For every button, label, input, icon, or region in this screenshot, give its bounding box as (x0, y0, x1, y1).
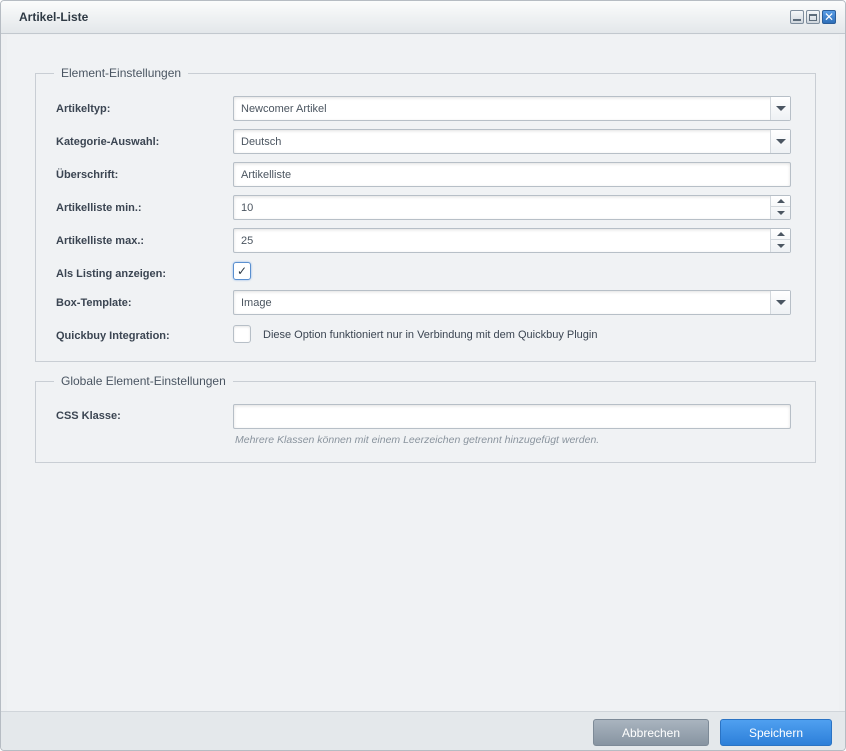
kategorie-label: Kategorie-Auswahl: (56, 136, 160, 148)
ueberschrift-label: Überschrift: (56, 169, 119, 181)
quickbuy-checkbox[interactable] (233, 325, 251, 343)
kategorie-value: Deutsch (241, 136, 282, 148)
save-button[interactable]: Speichern (720, 719, 832, 746)
artikeltyp-select[interactable]: Newcomer Artikel (233, 96, 791, 121)
dialog-window: Artikel-Liste ✕ Element-Einstellungen Ar… (0, 0, 846, 751)
window-title: Artikel-Liste (19, 10, 89, 24)
chevron-down-icon[interactable] (770, 130, 790, 153)
cancel-button[interactable]: Abbrechen (593, 719, 709, 746)
dialog-footer: Abbrechen Speichern (1, 711, 845, 750)
spin-down-icon[interactable] (771, 240, 790, 251)
quickbuy-note: Diese Option funktioniert nur in Verbind… (263, 329, 598, 341)
spin-up-icon[interactable] (771, 196, 790, 207)
title-bar[interactable]: Artikel-Liste ✕ (1, 1, 845, 34)
box-template-select[interactable]: Image (233, 290, 791, 315)
chevron-down-icon[interactable] (770, 291, 790, 314)
close-icon[interactable]: ✕ (822, 10, 836, 24)
max-label: Artikelliste max.: (56, 235, 145, 247)
chevron-down-icon[interactable] (770, 97, 790, 120)
dialog-content: Element-Einstellungen Artikeltyp: Newcom… (7, 35, 839, 711)
element-settings-group: Element-Einstellungen Artikeltyp: Newcom… (35, 66, 816, 362)
artikeltyp-value: Newcomer Artikel (241, 103, 327, 115)
spin-up-icon[interactable] (771, 229, 790, 240)
close-glyph: ✕ (823, 10, 835, 24)
box-template-label: Box-Template: (56, 297, 132, 309)
max-value: 25 (241, 235, 254, 247)
css-klasse-label: CSS Klasse: (56, 410, 121, 422)
quickbuy-label: Quickbuy Integration: (56, 330, 170, 342)
element-settings-legend: Element-Einstellungen (54, 66, 189, 80)
max-stepper[interactable]: 25 (233, 228, 791, 253)
min-label: Artikelliste min.: (56, 202, 142, 214)
minimize-icon[interactable] (790, 10, 804, 24)
maximize-icon[interactable] (806, 10, 820, 24)
kategorie-select[interactable]: Deutsch (233, 129, 791, 154)
spin-down-icon[interactable] (771, 207, 790, 218)
global-settings-legend: Globale Element-Einstellungen (54, 374, 233, 388)
max-spinner (770, 229, 790, 252)
box-template-value: Image (241, 297, 272, 309)
min-stepper[interactable]: 10 (233, 195, 791, 220)
artikeltyp-label: Artikeltyp: (56, 103, 111, 115)
min-value: 10 (241, 202, 254, 214)
min-spinner (770, 196, 790, 219)
checkmark-icon: ✓ (236, 264, 248, 278)
listing-checkbox[interactable]: ✓ (233, 262, 251, 280)
global-settings-group: Globale Element-Einstellungen CSS Klasse… (35, 374, 816, 463)
ueberschrift-input[interactable]: Artikelliste (233, 162, 791, 187)
css-klasse-help: Mehrere Klassen können mit einem Leerzei… (235, 434, 600, 446)
ueberschrift-value: Artikelliste (241, 169, 292, 181)
css-klasse-input[interactable] (233, 404, 791, 429)
listing-label: Als Listing anzeigen: (56, 268, 167, 280)
